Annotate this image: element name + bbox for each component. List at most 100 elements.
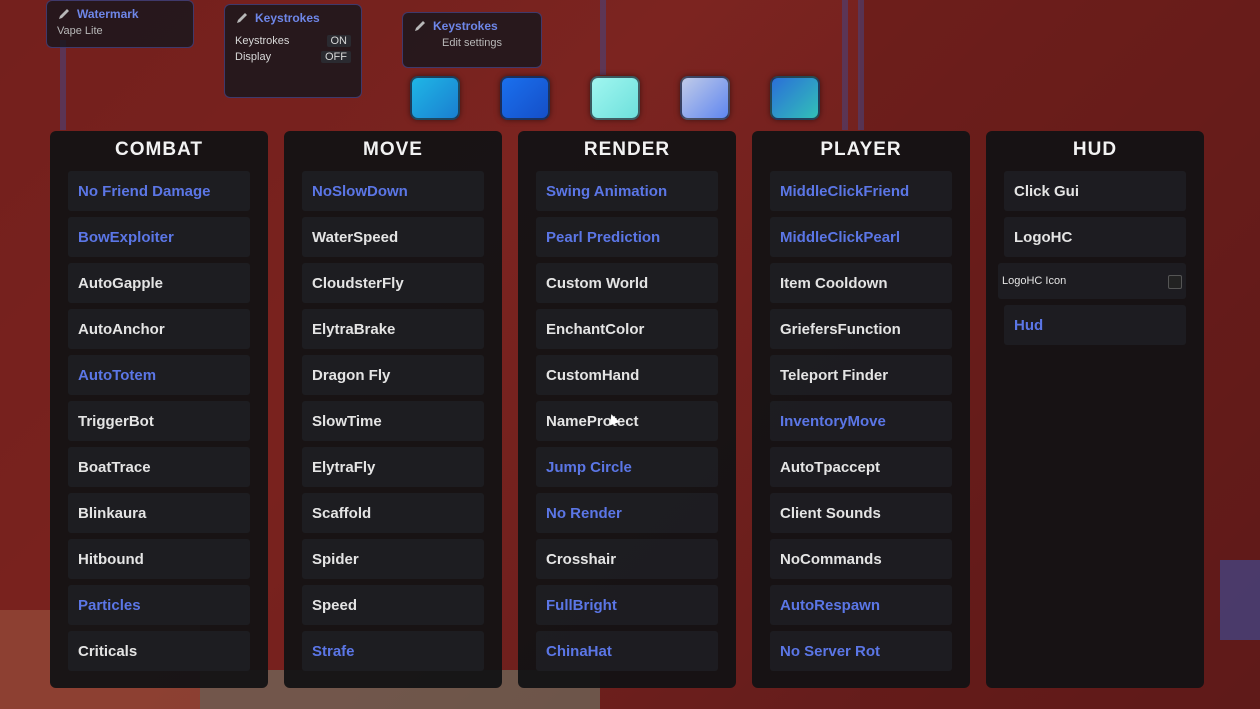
module-label: Criticals — [78, 642, 138, 660]
module-button[interactable]: Hud — [1004, 305, 1186, 345]
panel-title: MOVE — [363, 139, 423, 160]
module-button[interactable]: BowExploiter — [68, 217, 250, 257]
module-label: NoCommands — [780, 550, 882, 568]
module-label: Hud — [1014, 316, 1044, 334]
module-button[interactable]: ElytraFly — [302, 447, 484, 487]
module-label: Particles — [78, 596, 141, 614]
panel-title: COMBAT — [115, 139, 203, 160]
module-button[interactable]: MiddleClickFriend — [770, 171, 952, 211]
module-button[interactable]: InventoryMove — [770, 401, 952, 441]
module-button[interactable]: AutoGapple — [68, 263, 250, 303]
keystrokes-title-text: Keystrokes — [255, 11, 320, 25]
watermark-widget[interactable]: Watermark Vape Lite — [46, 0, 194, 48]
module-button[interactable]: Custom World — [536, 263, 718, 303]
keystrokes-title: Keystrokes — [235, 11, 351, 25]
keystrokes-edit-title-text: Keystrokes — [433, 19, 498, 33]
module-label: BoatTrace — [78, 458, 151, 476]
module-button[interactable]: ElytraBrake — [302, 309, 484, 349]
module-button[interactable]: LogoHC Icon — [998, 263, 1186, 299]
module-button[interactable]: Click Gui — [1004, 171, 1186, 211]
module-label: LogoHC Icon — [1002, 275, 1067, 287]
module-label: AutoTotem — [78, 366, 157, 384]
watermark-title-text: Watermark — [77, 7, 139, 21]
module-label: NoSlowDown — [312, 182, 408, 200]
module-button[interactable]: WaterSpeed — [302, 217, 484, 257]
background-post — [60, 40, 66, 130]
module-label: InventoryMove — [780, 412, 886, 430]
module-button[interactable]: Teleport Finder — [770, 355, 952, 395]
panel-combat[interactable]: COMBAT No Friend Damage BowExploiter AutoGa… — [50, 131, 268, 688]
module-button[interactable]: Speed — [302, 585, 484, 625]
module-button[interactable]: Blinkaura — [68, 493, 250, 533]
module-button[interactable]: Client Sounds — [770, 493, 952, 533]
setting-checkbox[interactable] — [1168, 275, 1182, 289]
module-label: Spider — [312, 550, 359, 568]
theme-swatch-teal-blue[interactable] — [770, 76, 820, 120]
module-button[interactable]: Dragon Fly — [302, 355, 484, 395]
keystrokes-row-value[interactable]: ON — [326, 35, 351, 47]
module-label: AutoAnchor — [78, 320, 165, 338]
module-button[interactable]: BoatTrace — [68, 447, 250, 487]
module-button[interactable]: No Friend Damage — [68, 171, 250, 211]
module-button[interactable]: NoCommands — [770, 539, 952, 579]
module-button[interactable]: AutoRespawn — [770, 585, 952, 625]
module-button[interactable]: Strafe — [302, 631, 484, 671]
module-button[interactable]: Criticals — [68, 631, 250, 671]
background-post — [842, 0, 848, 130]
module-button[interactable]: Particles — [68, 585, 250, 625]
module-label: Crosshair — [546, 550, 617, 568]
module-button[interactable]: Swing Animation — [536, 171, 718, 211]
keystrokes-edit-widget[interactable]: Keystrokes Edit settings — [402, 12, 542, 68]
panel-hud[interactable]: HUD Click Gui LogoHC LogoHC Icon Hud — [986, 131, 1204, 688]
module-button[interactable]: GriefersFunction — [770, 309, 952, 349]
module-button[interactable]: NameProtect — [536, 401, 718, 441]
module-button[interactable]: LogoHC — [1004, 217, 1186, 257]
module-label: Custom World — [546, 274, 649, 292]
module-button[interactable]: Jump Circle — [536, 447, 718, 487]
module-button[interactable]: ChinaHat — [536, 631, 718, 671]
module-button[interactable]: NoSlowDown — [302, 171, 484, 211]
panel-render[interactable]: RENDER Swing Animation Pearl Prediction Cus… — [518, 131, 736, 688]
module-label: SlowTime — [312, 412, 382, 430]
module-label: WaterSpeed — [312, 228, 399, 246]
module-button[interactable]: Hitbound — [68, 539, 250, 579]
module-button[interactable]: Crosshair — [536, 539, 718, 579]
module-label: MiddleClickPearl — [780, 228, 901, 246]
theme-swatch-periwinkle[interactable] — [680, 76, 730, 120]
module-label: Dragon Fly — [312, 366, 391, 384]
module-label: Strafe — [312, 642, 355, 660]
module-button[interactable]: Scaffold — [302, 493, 484, 533]
module-button[interactable]: EnchantColor — [536, 309, 718, 349]
keystrokes-row-label: Display — [235, 51, 272, 63]
module-button[interactable]: Spider — [302, 539, 484, 579]
module-button[interactable]: No Server Rot — [770, 631, 952, 671]
module-label: ElytraBrake — [312, 320, 396, 338]
module-button[interactable]: AutoAnchor — [68, 309, 250, 349]
module-button[interactable]: AutoTotem — [68, 355, 250, 395]
module-button[interactable]: AutoTpaccept — [770, 447, 952, 487]
panel-player[interactable]: PLAYER MiddleClickFriend MiddleClickPearl I… — [752, 131, 970, 688]
panel-title: PLAYER — [820, 139, 902, 160]
module-button[interactable]: MiddleClickPearl — [770, 217, 952, 257]
module-button[interactable]: CloudsterFly — [302, 263, 484, 303]
panel-move[interactable]: MOVE NoSlowDown WaterSpeed CloudsterFly Elyt… — [284, 131, 502, 688]
module-button[interactable]: Pearl Prediction — [536, 217, 718, 257]
module-button[interactable]: FullBright — [536, 585, 718, 625]
module-label: MiddleClickFriend — [780, 182, 910, 200]
module-button[interactable]: SlowTime — [302, 401, 484, 441]
module-label: No Friend Damage — [78, 182, 211, 200]
keystrokes-widget[interactable]: Keystrokes Keystrokes ON Display OFF — [224, 4, 362, 98]
keystrokes-row-value[interactable]: OFF — [321, 51, 351, 63]
module-label: GriefersFunction — [780, 320, 901, 338]
theme-swatch-cyan-blue[interactable] — [410, 76, 460, 120]
module-button[interactable]: CustomHand — [536, 355, 718, 395]
keystrokes-edit-title: Keystrokes — [413, 19, 531, 33]
panel-title: RENDER — [583, 139, 671, 160]
keystrokes-row-label: Keystrokes — [235, 35, 290, 47]
module-button[interactable]: No Render — [536, 493, 718, 533]
module-button[interactable]: TriggerBot — [68, 401, 250, 441]
module-button[interactable]: Item Cooldown — [770, 263, 952, 303]
module-label: Click Gui — [1014, 182, 1080, 200]
theme-swatch-blue[interactable] — [500, 76, 550, 120]
theme-swatch-aqua[interactable] — [590, 76, 640, 120]
